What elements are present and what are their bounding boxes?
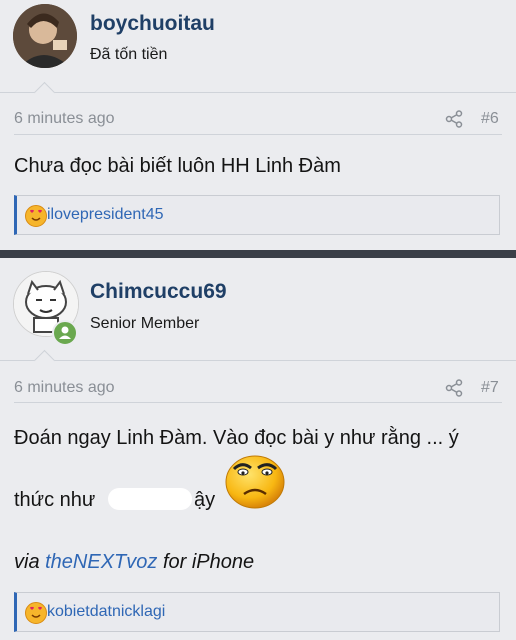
online-status-icon <box>52 320 78 346</box>
message-arrow <box>33 349 56 372</box>
post-time[interactable]: 6 minutes ago <box>14 379 115 397</box>
divider <box>14 134 502 135</box>
avatar-image <box>13 4 77 68</box>
post-number-link[interactable]: #7 <box>481 379 499 397</box>
signature-prefix: via <box>14 551 46 573</box>
annoyed-smiley-icon <box>225 455 285 509</box>
user-title: Đã tốn tiền <box>90 46 168 63</box>
signature-app-link[interactable]: theNEXTvoz <box>45 551 157 573</box>
redacted-text <box>108 488 192 510</box>
reaction-bar[interactable]: kobietdatnicklagi <box>14 592 500 632</box>
divider <box>14 402 502 403</box>
reaction-bar[interactable]: ilovepresident45 <box>14 195 500 235</box>
reaction-user-link[interactable]: ilovepresident45 <box>47 206 164 224</box>
post-time[interactable]: 6 minutes ago <box>14 110 115 128</box>
post-separator <box>0 250 516 258</box>
share-icon[interactable] <box>445 110 463 128</box>
post-message-line2-end: ậy <box>194 489 216 511</box>
user-title: Senior Member <box>90 315 200 332</box>
share-icon[interactable] <box>445 379 463 397</box>
username[interactable]: boychuoitau <box>90 12 215 36</box>
divider <box>0 92 516 93</box>
avatar[interactable] <box>13 4 77 68</box>
reaction-user-link[interactable]: kobietdatnicklagi <box>47 603 165 621</box>
post-message-line2-start: thức như <box>14 489 96 511</box>
post-message-line1: Đoán ngay Linh Đàm. Vào đọc bài y như rằ… <box>14 427 459 449</box>
signature-suffix: for iPhone <box>157 551 255 573</box>
username[interactable]: Chimcuccu69 <box>90 280 227 304</box>
message-arrow <box>33 81 56 104</box>
post-message: Chưa đọc bài biết luôn HH Linh Đàm <box>14 155 341 177</box>
divider <box>0 360 516 361</box>
signature: via theNEXTvoz for iPhone <box>14 551 254 574</box>
heart-eyes-emoji-icon <box>25 205 47 227</box>
heart-eyes-emoji-icon <box>25 602 47 624</box>
post-number-link[interactable]: #6 <box>481 110 499 128</box>
